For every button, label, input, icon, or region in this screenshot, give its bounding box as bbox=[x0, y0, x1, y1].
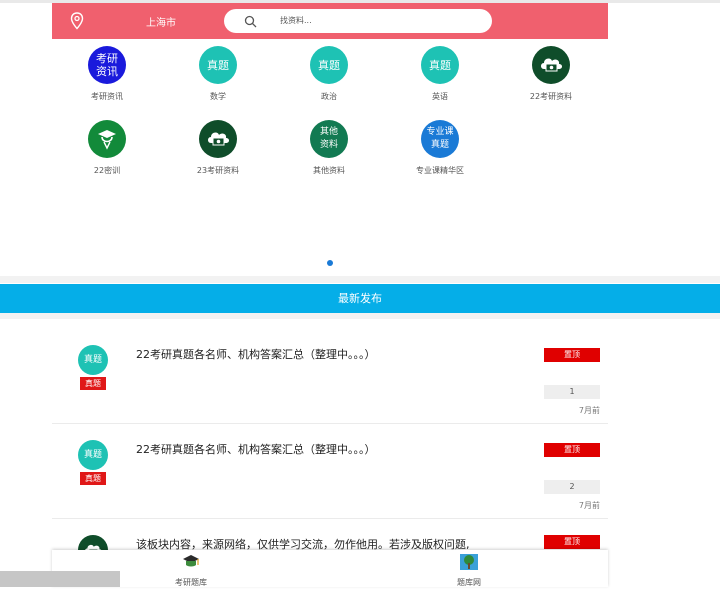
category-label: 其他资料 bbox=[313, 166, 345, 175]
top-header: 上海市 找资料... bbox=[52, 3, 608, 39]
category-item-22-materials[interactable]: 22考研资料 bbox=[496, 46, 606, 102]
pinned-badge: 置顶 bbox=[544, 348, 600, 362]
category-label: 23考研资料 bbox=[196, 166, 240, 175]
search-icon bbox=[244, 15, 257, 28]
latest-heading: 最新发布 bbox=[0, 284, 720, 313]
category-item-major-courses[interactable]: 专业课 真题 专业课精华区 bbox=[385, 120, 495, 176]
category-tag: 真题 bbox=[80, 472, 106, 485]
post-icon: 真题 bbox=[78, 440, 108, 470]
category-item-english[interactable]: 真题 英语 bbox=[385, 46, 495, 102]
category-label: 政治 bbox=[321, 92, 337, 101]
divider bbox=[0, 276, 720, 283]
category-label: 专业课精华区 bbox=[416, 166, 464, 175]
icon-text: 真题 bbox=[318, 58, 340, 72]
category-icon: 真题 bbox=[421, 46, 459, 84]
category-label: 数学 bbox=[210, 92, 226, 101]
graduate-icon bbox=[88, 120, 126, 158]
post-icon: 真题 bbox=[78, 345, 108, 375]
icon-text: 真题 bbox=[207, 58, 229, 72]
category-icon: 真题 bbox=[310, 46, 348, 84]
category-item-kaoyan-news[interactable]: 考研 资讯 考研资讯 bbox=[52, 46, 162, 102]
category-item-22-intensive[interactable]: 22密训 bbox=[52, 120, 162, 176]
nav-label: 题库网 bbox=[457, 578, 481, 587]
pinned-badge: 置顶 bbox=[544, 535, 600, 549]
category-item-politics[interactable]: 真题 政治 bbox=[274, 46, 384, 102]
category-label: 考研资讯 bbox=[91, 92, 123, 101]
pinned-badge: 置顶 bbox=[544, 443, 600, 457]
icon-text: 考研 资讯 bbox=[96, 52, 118, 78]
view-count: 2 bbox=[544, 480, 600, 494]
post-list-item[interactable]: 真题 真题 22考研真题各名师、机构答案汇总（整理中。。。） 置顶 1 7月前 bbox=[52, 329, 608, 424]
post-time: 7月前 bbox=[578, 501, 600, 510]
category-icon: 真题 bbox=[199, 46, 237, 84]
category-item-other-materials[interactable]: 其他 资料 其他资料 bbox=[274, 120, 384, 176]
view-count: 1 bbox=[544, 385, 600, 399]
cloud-money-icon bbox=[199, 120, 237, 158]
category-icon: 考研 资讯 bbox=[88, 46, 126, 84]
category-label: 22考研资料 bbox=[529, 92, 573, 101]
bottom-nav: 考研题库 题库网 bbox=[52, 550, 608, 587]
icon-text: 真题 bbox=[83, 354, 102, 365]
icon-text: 其他 资料 bbox=[319, 127, 338, 150]
icon-text: 真题 bbox=[429, 58, 451, 72]
icon-text: 专业课 真题 bbox=[426, 127, 454, 150]
tree-icon bbox=[460, 554, 478, 570]
category-tag: 真题 bbox=[80, 377, 106, 390]
post-title[interactable]: 22考研真题各名师、机构答案汇总（整理中。。。） bbox=[136, 441, 516, 457]
category-item-math[interactable]: 真题 数学 bbox=[163, 46, 273, 102]
nav-item-question-bank[interactable]: 题库网 bbox=[330, 550, 608, 587]
graduation-cap-icon bbox=[183, 555, 199, 567]
search-placeholder: 找资料... bbox=[280, 16, 312, 25]
category-icon: 其他 资料 bbox=[310, 120, 348, 158]
divider bbox=[0, 313, 720, 319]
post-time: 7月前 bbox=[578, 406, 600, 415]
cloud-money-icon bbox=[532, 46, 570, 84]
horizontal-scrollbar[interactable] bbox=[0, 571, 120, 587]
category-item-23-materials[interactable]: 23考研资料 bbox=[163, 120, 273, 176]
post-title[interactable]: 22考研真题各名师、机构答案汇总（整理中。。。） bbox=[136, 346, 516, 362]
carousel-indicator-dot[interactable] bbox=[327, 260, 333, 266]
category-icon: 专业课 真题 bbox=[421, 120, 459, 158]
icon-text: 真题 bbox=[83, 449, 102, 460]
city-selector[interactable]: 上海市 bbox=[146, 14, 176, 29]
category-label: 英语 bbox=[432, 92, 448, 101]
search-bar[interactable]: 找资料... bbox=[224, 9, 492, 33]
category-label: 22密训 bbox=[93, 166, 121, 175]
location-pin-icon[interactable] bbox=[70, 12, 84, 30]
post-list-item[interactable]: 真题 真题 22考研真题各名师、机构答案汇总（整理中。。。） 置顶 2 7月前 bbox=[52, 424, 608, 519]
